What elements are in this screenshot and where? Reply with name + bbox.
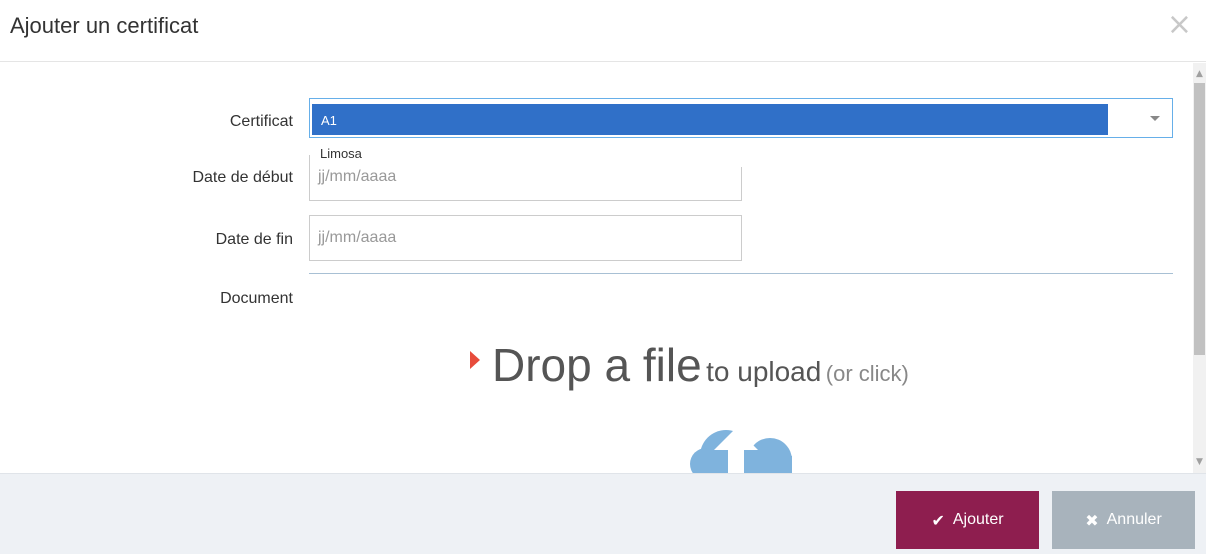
date-debut-label: Date de début [192, 169, 293, 186]
cloud-upload-icon[interactable] [686, 408, 798, 473]
scrollbar[interactable]: ▲ ▼ [1193, 63, 1206, 473]
certificat-option-limosa[interactable]: Limosa [311, 139, 1107, 167]
modal-footer: ✔ Ajouter ✖ Annuler [0, 473, 1206, 554]
modal-title: Ajouter un certificat [10, 13, 199, 38]
dropzone-main-text: Drop a file [492, 339, 702, 391]
date-fin-label: Date de fin [215, 231, 293, 248]
certificat-label: Certificat [229, 113, 293, 130]
document-label: Document [220, 290, 293, 307]
certificat-selected-option[interactable]: A1 [312, 104, 1108, 135]
date-fin-input[interactable]: jj/mm/aaaa [309, 215, 742, 261]
scroll-down-icon[interactable]: ▼ [1196, 457, 1203, 467]
caret-right-icon [470, 351, 480, 369]
modal-header: Ajouter un certificat × [0, 0, 1206, 62]
cancel-button-label: Annuler [1106, 511, 1162, 528]
chevron-down-icon[interactable] [1150, 116, 1160, 121]
scroll-up-icon[interactable]: ▲ [1196, 69, 1203, 79]
certificat-select[interactable]: A1 [309, 98, 1173, 138]
dropzone-click-text: (or click) [825, 361, 909, 386]
dropzone-sub-text: to upload [706, 356, 822, 387]
add-button-label: Ajouter [952, 511, 1004, 528]
modal-body: Certificat A1 Date de début jj/mm/aaaa L… [0, 63, 1206, 473]
scrollbar-thumb[interactable] [1194, 83, 1205, 355]
divider [309, 273, 1173, 274]
cancel-button[interactable]: ✖ Annuler [1052, 491, 1195, 549]
add-button[interactable]: ✔ Ajouter [896, 491, 1039, 549]
close-icon[interactable]: × [1167, 10, 1192, 40]
file-dropzone[interactable]: Drop a file to upload (or click) [470, 338, 909, 392]
check-icon: ✔ [931, 510, 945, 530]
times-icon: ✖ [1085, 510, 1099, 530]
